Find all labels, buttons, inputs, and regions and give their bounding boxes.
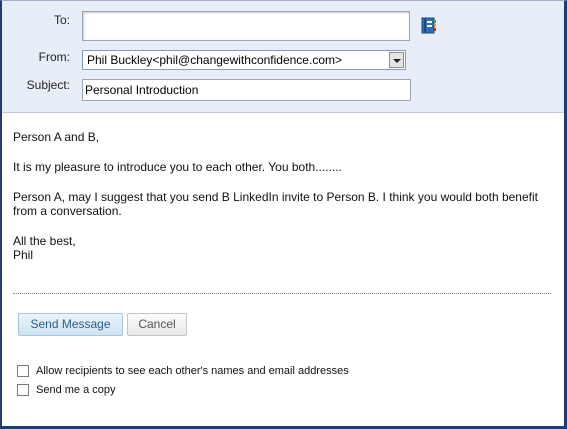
message-greeting: Person A and B, xyxy=(13,130,100,144)
from-select[interactable]: Phil Buckley<phil@changewithconfidence.c… xyxy=(82,50,406,70)
from-selected-value: Phil Buckley<phil@changewithconfidence.c… xyxy=(87,53,342,67)
share-recipients-checkbox[interactable] xyxy=(17,365,29,377)
message-suggestion: Person A, may I suggest that you send B … xyxy=(13,190,538,218)
message-intro: It is my pleasure to introduce you to ea… xyxy=(13,160,342,174)
address-book-icon[interactable] xyxy=(421,17,437,34)
to-field[interactable] xyxy=(82,11,410,41)
compose-window: To: From: Phil Buckley<phil@changewithco… xyxy=(0,0,567,429)
to-label: To: xyxy=(53,13,70,27)
message-body[interactable]: Person A and B, It is my pleasure to int… xyxy=(13,130,558,262)
message-signature: Phil xyxy=(13,248,34,262)
divider xyxy=(13,293,551,294)
from-label: From: xyxy=(38,50,70,64)
send-copy-checkbox[interactable] xyxy=(17,384,29,396)
send-copy-label: Send me a copy xyxy=(36,384,116,396)
chevron-down-icon[interactable] xyxy=(389,52,404,68)
subject-label: Subject: xyxy=(26,78,70,92)
compose-header: To: From: Phil Buckley<phil@changewithco… xyxy=(2,1,564,113)
subject-field[interactable]: Personal Introduction xyxy=(82,79,411,101)
message-signoff: All the best, xyxy=(13,234,76,248)
send-message-button[interactable]: Send Message xyxy=(18,313,123,336)
cancel-button[interactable]: Cancel xyxy=(127,313,187,336)
share-recipients-label: Allow recipients to see each other's nam… xyxy=(36,365,349,377)
